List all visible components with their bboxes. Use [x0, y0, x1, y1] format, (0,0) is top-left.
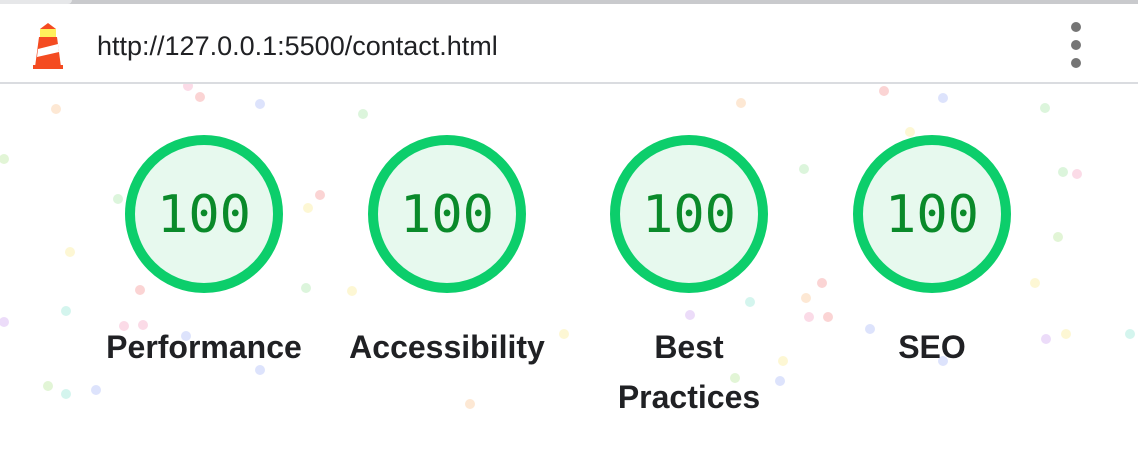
- page-url: http://127.0.0.1:5500/contact.html: [97, 31, 498, 61]
- performance-score-gauge: 100: [125, 135, 283, 293]
- category-performance[interactable]: 100 Performance: [89, 132, 319, 432]
- best-practices-score-gauge: 100: [610, 135, 768, 293]
- report-topbar: http://127.0.0.1:5500/contact.html: [0, 4, 1138, 84]
- accessibility-label: Accessibility: [349, 329, 545, 365]
- category-best-practices[interactable]: 100 Best Practices: [574, 132, 804, 432]
- performance-label: Performance: [106, 329, 302, 365]
- accessibility-score-gauge: 100: [368, 135, 526, 293]
- accessibility-score: 100: [400, 185, 494, 245]
- seo-score-gauge: 100: [853, 135, 1011, 293]
- more-vertical-icon[interactable]: [1060, 20, 1092, 70]
- category-seo[interactable]: 100 SEO: [817, 132, 1047, 432]
- best-practices-label: Best Practices: [617, 329, 761, 415]
- best-practices-score: 100: [642, 185, 736, 245]
- performance-score: 100: [157, 185, 251, 245]
- seo-score: 100: [885, 185, 979, 245]
- seo-label: SEO: [898, 329, 966, 365]
- category-accessibility[interactable]: 100 Accessibility: [332, 132, 562, 432]
- lighthouse-icon: [33, 23, 63, 69]
